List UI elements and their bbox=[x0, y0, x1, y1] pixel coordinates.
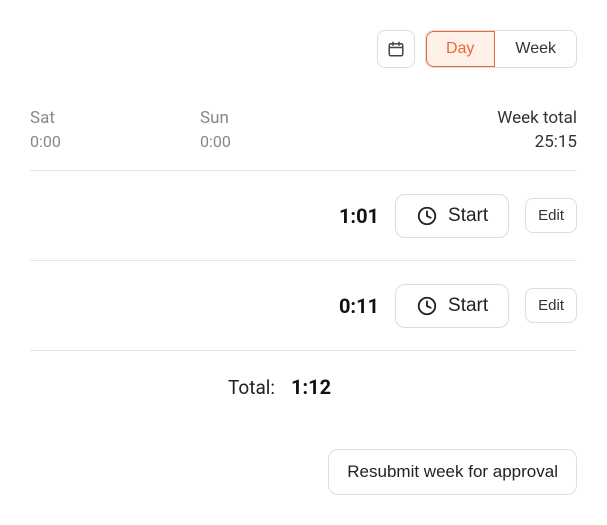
toolbar: Day Week bbox=[30, 30, 577, 68]
week-total: Week total 25:15 bbox=[497, 108, 577, 152]
header-row: Sat 0:00 Sun 0:00 Week total 25:15 bbox=[30, 108, 577, 171]
start-button[interactable]: Start bbox=[395, 284, 509, 328]
week-total-value: 25:15 bbox=[497, 132, 577, 152]
start-label: Start bbox=[448, 205, 488, 227]
day-value: 0:00 bbox=[30, 132, 200, 151]
entry-duration: 1:01 bbox=[329, 204, 379, 228]
footer: Resubmit week for approval bbox=[30, 449, 577, 495]
clock-icon bbox=[416, 205, 438, 227]
tab-week[interactable]: Week bbox=[495, 31, 576, 67]
entry-duration: 0:11 bbox=[329, 294, 379, 318]
tab-day[interactable]: Day bbox=[426, 31, 495, 67]
day-col-sun: Sun 0:00 bbox=[200, 108, 370, 151]
start-button[interactable]: Start bbox=[395, 194, 509, 238]
day-col-sat: Sat 0:00 bbox=[30, 108, 200, 151]
day-label: Sat bbox=[30, 108, 200, 128]
calendar-icon bbox=[387, 40, 405, 58]
time-entry-row: 0:11 Start Edit bbox=[30, 261, 577, 351]
resubmit-button[interactable]: Resubmit week for approval bbox=[328, 449, 577, 495]
calendar-button[interactable] bbox=[377, 30, 415, 68]
total-label: Total: bbox=[30, 376, 275, 399]
total-row: Total: 1:12 bbox=[30, 351, 577, 399]
day-value: 0:00 bbox=[200, 132, 370, 151]
clock-icon bbox=[416, 295, 438, 317]
start-label: Start bbox=[448, 295, 488, 317]
edit-button[interactable]: Edit bbox=[525, 198, 577, 233]
total-value: 1:12 bbox=[291, 375, 331, 399]
day-label: Sun bbox=[200, 108, 370, 128]
time-entry-row: 1:01 Start Edit bbox=[30, 171, 577, 261]
edit-button[interactable]: Edit bbox=[525, 288, 577, 323]
view-toggle: Day Week bbox=[425, 30, 577, 68]
week-total-label: Week total bbox=[497, 108, 577, 128]
